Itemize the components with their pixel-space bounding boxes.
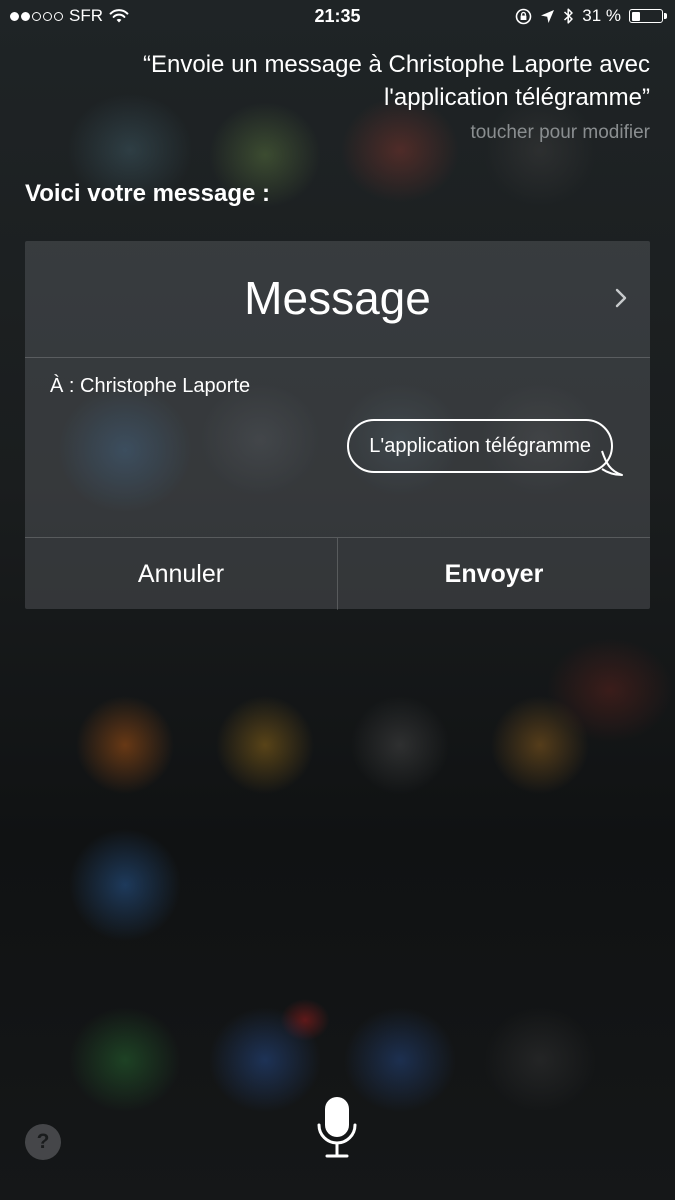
message-card-title: Message [244,272,431,324]
message-card: Message À : Christophe Laporte L'applica… [25,241,650,610]
bluetooth-icon [564,8,573,24]
lock-rotation-icon [515,8,532,24]
siri-response-text: Voici votre message : [25,180,270,207]
help-button[interactable]: ? [25,1124,61,1160]
tap-to-edit-hint[interactable]: toucher pour modifier [470,122,650,144]
status-bar: SFR 21:35 31 % [0,0,675,34]
message-card-actions: Annuler Envoyer [25,537,650,610]
cancel-button[interactable]: Annuler [25,538,338,610]
recipient-field: À : Christophe Laporte [50,375,251,397]
send-button[interactable]: Envoyer [338,538,650,610]
siri-query-text[interactable]: “Envoie un message à Christophe Laporte … [50,48,650,114]
battery-level-fill [631,11,641,21]
message-bubble[interactable]: L'application télégramme [347,419,613,473]
battery-percentage: 31 % [582,6,621,25]
chevron-right-icon[interactable] [614,287,628,309]
status-bar-right: 31 % [515,6,667,26]
location-arrow-icon [541,9,555,23]
battery-icon [629,9,667,23]
message-card-header[interactable]: Message [25,241,650,358]
microphone-icon[interactable] [316,1095,358,1161]
